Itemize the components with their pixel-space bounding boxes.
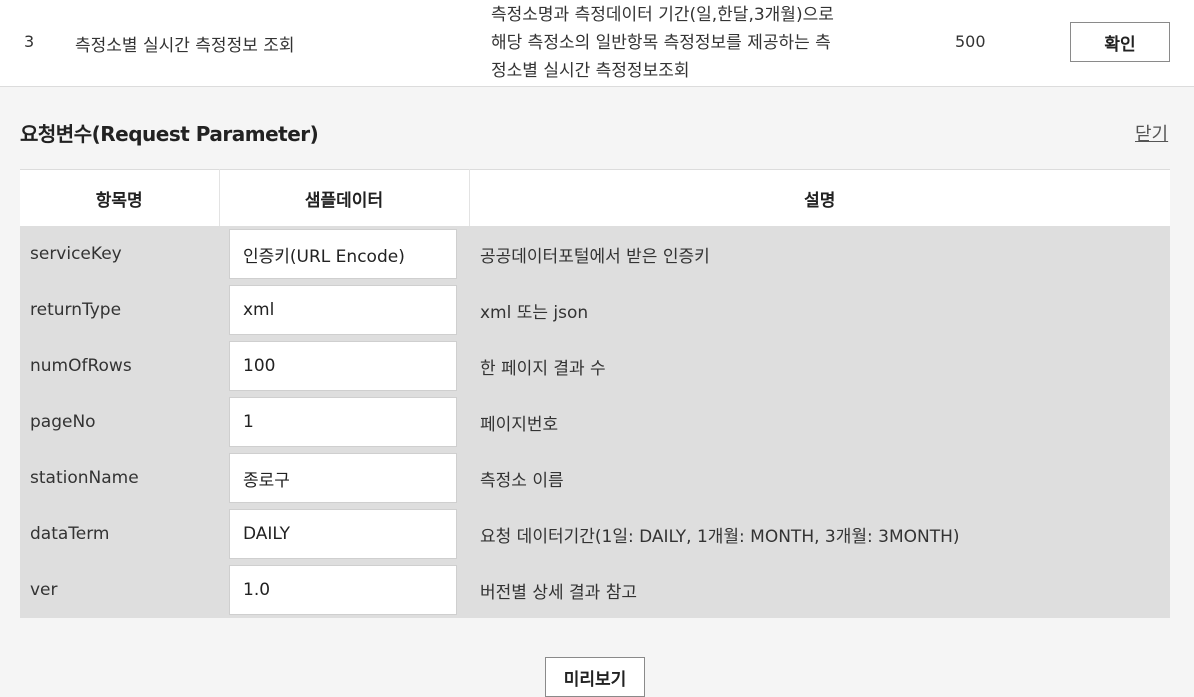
table-row: numOfRows 한 페이지 결과 수 (20, 338, 1170, 394)
param-name: numOfRows (20, 338, 219, 394)
table-row: dataTerm 요청 데이터기간(1일: DAILY, 1개월: MONTH,… (20, 506, 1170, 562)
confirm-button[interactable]: 확인 (1070, 22, 1170, 62)
param-name: serviceKey (20, 226, 219, 282)
sample-input-servicekey[interactable] (229, 229, 457, 279)
param-description: xml 또는 json (469, 282, 1170, 338)
param-sample-cell (219, 506, 469, 562)
table-row: ver 버전별 상세 결과 참고 (20, 562, 1170, 618)
param-name: ver (20, 562, 219, 618)
table-row: pageNo 페이지번호 (20, 394, 1170, 450)
param-description: 요청 데이터기간(1일: DAILY, 1개월: MONTH, 3개월: 3MO… (469, 506, 1170, 562)
param-sample-cell (219, 394, 469, 450)
table-row: serviceKey 공공데이터포털에서 받은 인증키 (20, 226, 1170, 282)
preview-button[interactable]: 미리보기 (545, 657, 645, 697)
operation-number: 3 (24, 32, 35, 51)
request-parameter-table: 항목명 샘플데이터 설명 serviceKey 공공데이터포털에서 받은 인증키… (20, 169, 1170, 618)
close-link[interactable]: 닫기 (1135, 120, 1168, 146)
sample-input-ver[interactable] (229, 565, 457, 615)
param-sample-cell (219, 338, 469, 394)
param-name: pageNo (20, 394, 219, 450)
param-sample-cell (219, 282, 469, 338)
table-header-row: 항목명 샘플데이터 설명 (20, 169, 1170, 226)
param-description: 버전별 상세 결과 참고 (469, 562, 1170, 618)
operation-row: 3 측정소별 실시간 측정정보 조회 측정소명과 측정데이터 기간(일,한달,3… (0, 0, 1194, 87)
param-sample-cell (219, 450, 469, 506)
sample-input-stationname[interactable] (229, 453, 457, 503)
param-description: 공공데이터포털에서 받은 인증키 (469, 226, 1170, 282)
operation-count: 500 (955, 32, 986, 51)
sample-input-pageno[interactable] (229, 397, 457, 447)
param-sample-cell (219, 226, 469, 282)
table-row: stationName 측정소 이름 (20, 450, 1170, 506)
header-description: 설명 (469, 169, 1170, 226)
sample-input-dataterm[interactable] (229, 509, 457, 559)
param-description: 한 페이지 결과 수 (469, 338, 1170, 394)
operation-description: 측정소명과 측정데이터 기간(일,한달,3개월)으로 해당 측정소의 일반항목 … (491, 1, 891, 85)
sample-input-numofrows[interactable] (229, 341, 457, 391)
param-name: stationName (20, 450, 219, 506)
description-line: 해당 측정소의 일반항목 측정정보를 제공하는 측 (491, 33, 831, 53)
section-title: 요청변수(Request Parameter) (20, 122, 319, 146)
header-sample-data: 샘플데이터 (219, 169, 470, 226)
param-name: dataTerm (20, 506, 219, 562)
description-line: 정소별 실시간 측정정보조회 (491, 61, 690, 81)
table-row: returnType xml 또는 json (20, 282, 1170, 338)
header-item-name: 항목명 (20, 169, 220, 226)
sample-input-returntype[interactable] (229, 285, 457, 335)
operation-name: 측정소별 실시간 측정정보 조회 (75, 36, 295, 56)
param-sample-cell (219, 562, 469, 618)
param-description: 페이지번호 (469, 394, 1170, 450)
description-line: 측정소명과 측정데이터 기간(일,한달,3개월)으로 (491, 5, 834, 25)
param-name: returnType (20, 282, 219, 338)
param-description: 측정소 이름 (469, 450, 1170, 506)
